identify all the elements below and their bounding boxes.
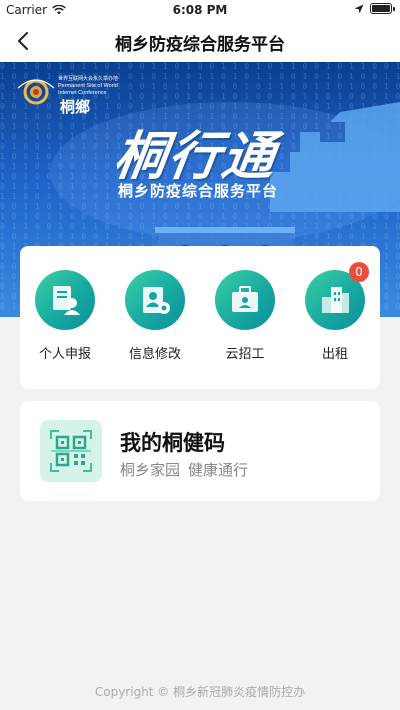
conference-caption: 世界互联网大会永久举办地 Permanent Site of World Int…	[58, 76, 119, 96]
conference-logo	[17, 79, 55, 105]
page-title: 桐乡防疫综合服务平台	[115, 35, 285, 55]
health-code-subtitle-left: 桐乡家园	[120, 461, 181, 479]
notification-badge: 0	[349, 262, 369, 282]
battery-icon	[370, 3, 395, 14]
nav-bar: 桐乡防疫综合服务平台	[0, 20, 400, 62]
rental-building-icon: 0	[305, 262, 369, 330]
health-code-subtitle: 桐乡家园 健康通行	[120, 459, 248, 480]
health-code-card[interactable]: 我的桐健码 桐乡家园 健康通行	[20, 401, 380, 501]
clock: 6:08 PM	[172, 3, 228, 17]
personal-declaration-icon	[35, 270, 95, 330]
service-label: 信息修改	[128, 347, 181, 362]
cloud-recruit-icon	[215, 270, 275, 330]
service-info-edit[interactable]: 信息修改	[125, 270, 185, 362]
service-cloud-recruit[interactable]: 云招工	[215, 270, 275, 362]
copyright-footer: Copyright © 桐乡新冠肺炎疫情防控办	[94, 685, 306, 699]
service-label: 个人申报	[38, 347, 91, 362]
service-rental[interactable]: 0 出租	[305, 262, 369, 362]
brand-logo-text: 桐鄉	[60, 98, 91, 116]
service-label: 云招工	[225, 347, 265, 362]
back-button[interactable]	[10, 28, 36, 54]
qr-code-icon	[40, 420, 102, 482]
service-personal-declaration[interactable]: 个人申报	[35, 270, 95, 362]
chevron-left-icon	[18, 32, 28, 50]
service-label: 出租	[321, 347, 348, 362]
location-arrow-icon	[354, 4, 364, 13]
info-edit-icon	[125, 270, 185, 330]
banner-subtitle: 桐乡防疫综合服务平台	[118, 182, 279, 200]
service-grid-card: 个人申报 信息修改 云招工 0 出租	[20, 246, 380, 389]
banner-calligraphy-title: 桐行通	[110, 126, 281, 187]
status-bar: Carrier 6:08 PM	[0, 0, 400, 20]
status-right	[354, 3, 395, 14]
health-code-subtitle-right: 健康通行	[188, 461, 249, 479]
health-code-title: 我的桐健码	[120, 431, 225, 455]
